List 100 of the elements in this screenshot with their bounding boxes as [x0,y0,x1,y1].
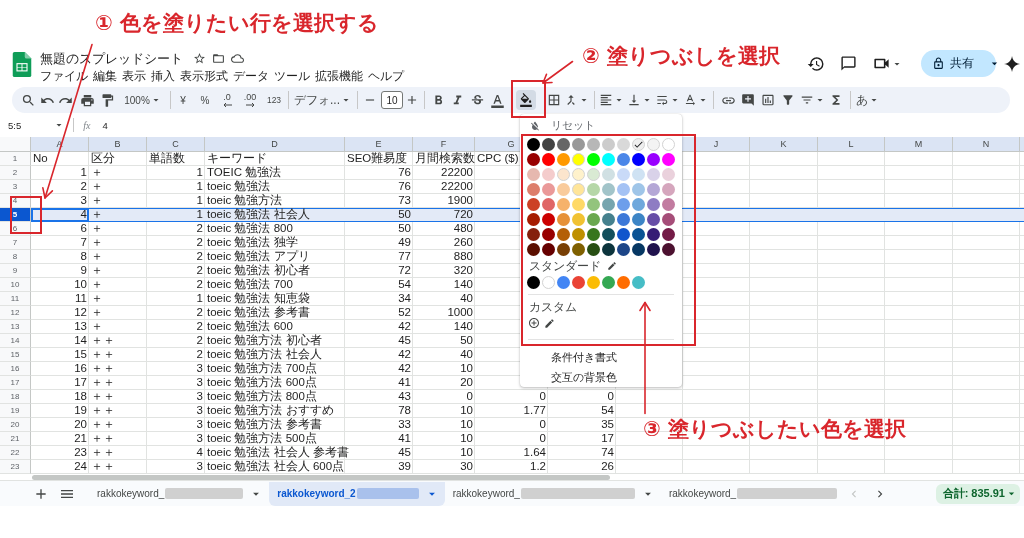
add-comment-icon[interactable] [741,93,755,107]
color-swatch[interactable] [662,198,675,211]
history-icon[interactable] [807,54,825,73]
menu-item[interactable]: データ [233,67,269,85]
color-swatch[interactable] [542,168,555,181]
color-swatch[interactable] [632,168,645,181]
row-number[interactable]: 16 [0,362,31,376]
color-swatch[interactable] [647,243,660,256]
column-header[interactable]: N [953,137,1020,151]
pen-icon[interactable] [607,261,617,271]
row-number[interactable]: 21 [0,432,31,446]
color-swatch[interactable] [602,138,615,151]
row-number[interactable]: 2 [0,166,31,180]
lock-icon[interactable] [932,57,945,70]
color-swatch[interactable] [662,243,675,256]
comment-icon[interactable] [840,55,857,72]
color-swatch[interactable] [542,153,555,166]
row-number[interactable]: 1 [0,152,31,166]
chart-icon[interactable] [761,93,775,107]
color-swatch[interactable] [527,168,540,181]
wrap-text-icon[interactable] [655,93,669,107]
column-header[interactable]: B [89,137,147,151]
row-number[interactable]: 5 [0,208,31,222]
color-swatch[interactable] [662,183,675,196]
color-swatch[interactable] [587,213,600,226]
pen-icon[interactable] [544,317,555,329]
color-swatch[interactable] [602,243,615,256]
color-swatch[interactable] [632,138,645,151]
color-swatch[interactable] [617,183,630,196]
row-number[interactable]: 15 [0,348,31,362]
color-swatch[interactable] [542,228,555,241]
sheet-tab[interactable]: rakkokeyword_ [444,481,661,506]
color-swatch[interactable] [572,183,585,196]
color-swatch[interactable] [632,243,645,256]
decrease-decimal-button[interactable]: .0 [218,90,236,110]
row-number[interactable]: 7 [0,236,31,250]
filter-icon[interactable] [781,93,795,107]
color-swatch[interactable] [662,138,675,151]
color-swatch[interactable] [662,168,675,181]
column-header[interactable]: D [205,137,345,151]
star-icon[interactable] [193,52,206,65]
column-header[interactable]: K [750,137,818,151]
color-swatch[interactable] [527,138,540,151]
color-swatch[interactable] [632,198,645,211]
color-swatch[interactable] [647,153,660,166]
color-swatch[interactable] [557,198,570,211]
color-swatch[interactable] [572,228,585,241]
menu-item[interactable]: 拡張機能 [315,67,363,85]
color-swatch[interactable] [602,168,615,181]
sum-button[interactable]: 合計: 835.91 [935,483,1020,504]
color-swatch[interactable] [662,153,675,166]
color-swatch[interactable] [557,168,570,181]
row-number[interactable]: 18 [0,390,31,404]
color-swatch[interactable] [617,198,630,211]
color-swatch[interactable] [557,228,570,241]
row-number[interactable]: 20 [0,418,31,432]
menu-item[interactable]: ツール [274,67,310,85]
color-swatch[interactable] [617,153,630,166]
row-number[interactable]: 17 [0,376,31,390]
column-header[interactable]: F [413,137,475,151]
column-header[interactable]: E [345,137,413,151]
color-swatch[interactable] [617,276,630,289]
sheet-tab[interactable]: rakkokeyword_ [89,481,270,506]
align-left-icon[interactable] [599,93,613,107]
color-swatch[interactable] [542,243,555,256]
color-swatch[interactable] [557,183,570,196]
column-header[interactable]: L [818,137,885,151]
color-swatch[interactable] [587,198,600,211]
color-swatch[interactable] [617,243,630,256]
row-number[interactable]: 8 [0,250,31,264]
color-swatch[interactable] [617,168,630,181]
color-swatch[interactable] [587,276,600,289]
color-swatch[interactable] [572,213,585,226]
color-swatch[interactable] [602,198,615,211]
color-swatch[interactable] [557,138,570,151]
color-swatch[interactable] [647,198,660,211]
menu-item[interactable]: 編集 [93,67,117,85]
color-swatch[interactable] [647,183,660,196]
vertical-align-icon[interactable] [627,93,641,107]
menu-item[interactable]: 挿入 [151,67,175,85]
font-dropdown[interactable]: デフォ... [293,90,353,110]
color-swatch[interactable] [572,153,585,166]
color-swatch[interactable] [587,168,600,181]
color-swatch[interactable] [527,183,540,196]
input-tools-button[interactable]: あ [855,90,881,110]
search-icon[interactable] [20,92,36,108]
color-swatch[interactable] [572,243,585,256]
name-box[interactable]: 5:5 [8,119,22,131]
color-swatch[interactable] [542,276,555,289]
text-rotation-icon[interactable] [683,93,697,107]
plus-icon[interactable] [405,93,419,107]
spreadsheet-logo-icon[interactable] [12,52,32,77]
color-swatch[interactable] [602,153,615,166]
color-swatch[interactable] [617,228,630,241]
color-swatch[interactable] [662,228,675,241]
formula-value[interactable]: 4 [102,119,108,131]
row-number[interactable]: 13 [0,320,31,334]
color-swatch[interactable] [632,228,645,241]
menu-item[interactable]: 表示 [122,67,146,85]
color-swatch[interactable] [572,198,585,211]
